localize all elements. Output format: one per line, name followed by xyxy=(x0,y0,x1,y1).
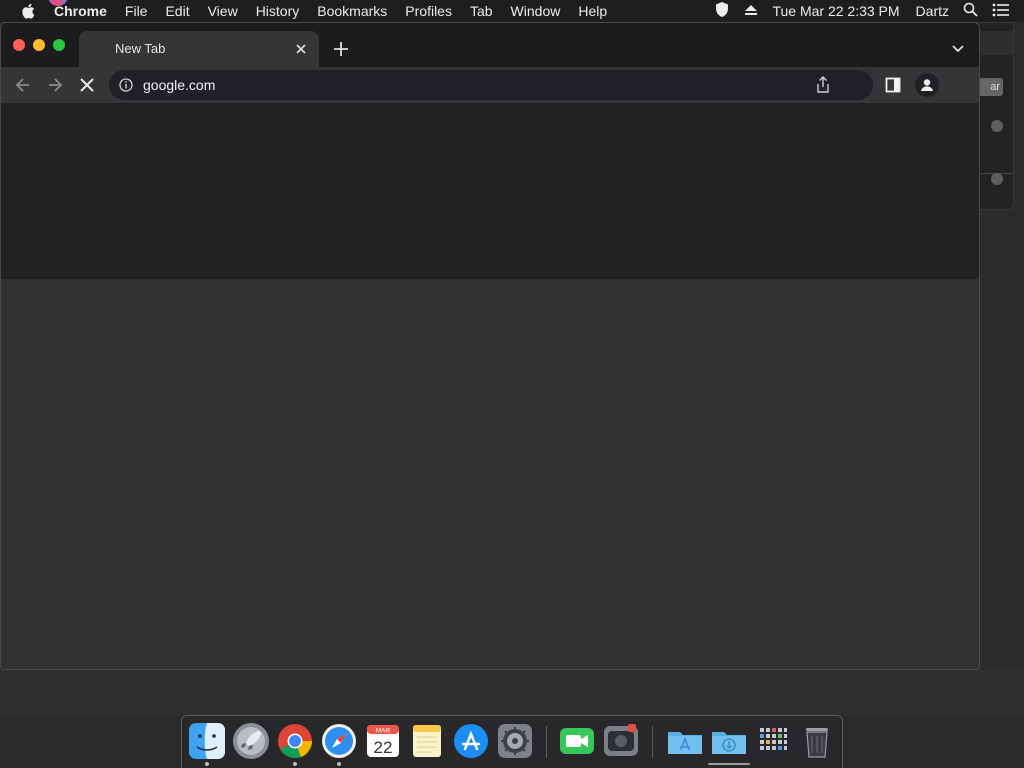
calendar-month-label: MAR xyxy=(376,728,391,735)
tab-strip: New Tab xyxy=(1,23,979,67)
menu-help[interactable]: Help xyxy=(578,3,607,19)
window-close-button[interactable] xyxy=(13,39,25,51)
dock-separator xyxy=(652,726,653,758)
apple-menu-icon[interactable] xyxy=(20,3,36,19)
chevron-down-icon[interactable] xyxy=(949,39,967,57)
menu-bar: Chrome File Edit View History Bookmarks … xyxy=(0,0,1024,22)
side-panel-icon[interactable] xyxy=(885,77,901,93)
menu-user-name[interactable]: Dartz xyxy=(916,3,949,19)
calendar-icon[interactable]: MAR 22 xyxy=(364,722,402,760)
running-indicator xyxy=(293,762,297,766)
menu-bookmarks[interactable]: Bookmarks xyxy=(317,3,387,19)
menu-tab[interactable]: Tab xyxy=(470,3,493,19)
site-info-icon[interactable] xyxy=(119,78,133,92)
trash-icon[interactable] xyxy=(798,722,836,760)
menu-edit[interactable]: Edit xyxy=(165,3,189,19)
eject-icon[interactable] xyxy=(744,3,758,19)
facetime-icon[interactable] xyxy=(558,722,596,760)
menu-view[interactable]: View xyxy=(208,3,238,19)
back-button[interactable] xyxy=(13,75,33,95)
close-icon[interactable] xyxy=(293,41,309,57)
share-icon[interactable] xyxy=(815,76,831,94)
forward-button[interactable] xyxy=(45,75,65,95)
notes-icon[interactable] xyxy=(408,722,446,760)
window-minimize-button[interactable] xyxy=(33,39,45,51)
desktop-background-window xyxy=(0,670,1024,716)
tab-title: New Tab xyxy=(115,41,166,56)
search-icon[interactable] xyxy=(991,120,1003,132)
dock: MAR 22 xyxy=(181,715,843,768)
menu-history[interactable]: History xyxy=(256,3,300,19)
running-indicator xyxy=(337,762,341,766)
tab-new-tab[interactable]: New Tab xyxy=(79,31,319,67)
system-preferences-icon[interactable] xyxy=(496,722,534,760)
running-indicator xyxy=(708,763,750,765)
profile-avatar-button[interactable] xyxy=(915,73,939,97)
menu-clock[interactable]: Tue Mar 22 2:33 PM xyxy=(772,3,899,19)
chrome-window: New Tab google.com xyxy=(0,22,980,670)
menu-file[interactable]: File xyxy=(125,3,148,19)
chrome-icon[interactable] xyxy=(276,722,314,760)
app-store-icon[interactable] xyxy=(452,722,490,760)
background-window-button[interactable]: ar xyxy=(979,78,1003,96)
new-tab-button[interactable] xyxy=(331,39,351,59)
stop-loading-button[interactable] xyxy=(77,75,97,95)
menu-app-chrome[interactable]: Chrome xyxy=(54,3,107,19)
launchpad-icon[interactable] xyxy=(232,722,270,760)
launchpad-grid-icon[interactable] xyxy=(754,722,792,760)
photo-booth-icon[interactable] xyxy=(602,722,640,760)
applications-folder-icon[interactable] xyxy=(666,722,704,760)
shield-icon[interactable] xyxy=(714,1,730,21)
search-icon[interactable] xyxy=(991,173,1003,185)
downloads-folder-icon[interactable] xyxy=(710,722,748,760)
dock-separator xyxy=(546,726,547,758)
running-indicator xyxy=(205,762,209,766)
window-maximize-button[interactable] xyxy=(53,39,65,51)
menu-profiles[interactable]: Profiles xyxy=(405,3,452,19)
address-bar-url[interactable]: google.com xyxy=(143,77,215,93)
address-bar[interactable]: google.com xyxy=(109,70,873,100)
spotlight-search-icon[interactable] xyxy=(963,2,978,20)
menu-window[interactable]: Window xyxy=(511,3,561,19)
safari-icon[interactable] xyxy=(320,722,358,760)
control-center-icon[interactable] xyxy=(992,3,1010,20)
calendar-day-label: 22 xyxy=(374,738,393,757)
page-content-top xyxy=(1,103,979,279)
browser-toolbar: google.com xyxy=(1,67,979,103)
page-content xyxy=(1,279,979,669)
finder-icon[interactable] xyxy=(188,722,226,760)
